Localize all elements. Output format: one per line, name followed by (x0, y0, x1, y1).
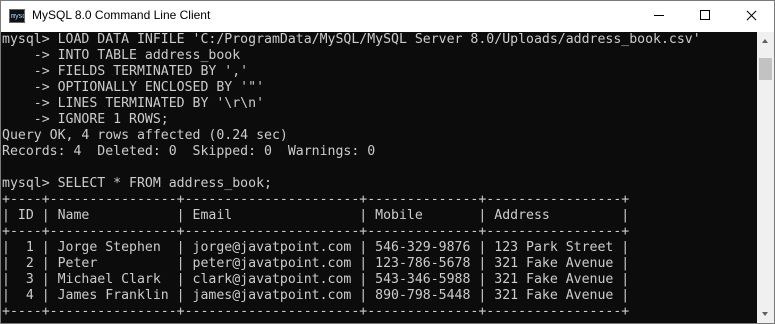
minimize-icon (654, 15, 664, 16)
scroll-up-button[interactable] (757, 32, 774, 49)
console-line: -> OPTIONALLY ENCLOSED BY '"' (2, 80, 265, 95)
console-line: Query OK, 4 rows affected (0.24 sec) (2, 128, 288, 143)
console-line: mysql> SELECT * FROM address_book; (2, 176, 272, 191)
scroll-thumb[interactable] (759, 58, 772, 80)
maximize-button[interactable] (682, 1, 728, 31)
console-line: -> IGNORE 1 ROWS; (2, 112, 169, 127)
table-row: | 1 | Jorge Stephen | jorge@javatpoint.c… (2, 240, 630, 255)
window-title: MySQL 8.0 Command Line Client (32, 8, 211, 22)
table-row: | 3 | Michael Clark | clark@javatpoint.c… (2, 272, 630, 287)
scroll-down-button[interactable] (757, 306, 774, 323)
console-line: mysql> LOAD DATA INFILE 'C:/ProgramData/… (2, 32, 701, 47)
console-output[interactable]: mysql> LOAD DATA INFILE 'C:/ProgramData/… (1, 32, 757, 323)
vertical-scrollbar[interactable] (757, 32, 774, 323)
console-line: -> LINES TERMINATED BY '\r\n' (2, 96, 265, 111)
close-button[interactable] (728, 1, 774, 31)
mysql-console-window: mysql MySQL 8.0 Command Line Client mysq… (0, 0, 775, 324)
title-bar[interactable]: mysql MySQL 8.0 Command Line Client (1, 1, 774, 32)
table-row: | 2 | Peter | peter@javatpoint.com | 123… (2, 256, 630, 271)
maximize-icon (700, 10, 710, 20)
console-line: -> FIELDS TERMINATED BY ',' (2, 64, 249, 79)
table-border-line: +----+----------------+-----------------… (2, 224, 630, 239)
table-header-row: | ID | Name | Email | Mobile | Address | (2, 208, 630, 223)
minimize-button[interactable] (636, 1, 682, 31)
console-line: -> INTO TABLE address_book (2, 48, 241, 63)
table-border-line: +----+----------------+-----------------… (2, 192, 630, 207)
mysql-console-icon[interactable]: mysql (9, 9, 25, 23)
scroll-down-arrow-icon (762, 312, 768, 316)
scroll-up-arrow-icon (762, 39, 768, 43)
app-icon-glyph: mysql (11, 12, 24, 20)
table-row: | 4 | James Franklin | james@javatpoint.… (2, 288, 630, 303)
table-border-line: +----+----------------+-----------------… (2, 304, 630, 319)
console-line: Records: 4 Deleted: 0 Skipped: 0 Warning… (2, 144, 376, 159)
